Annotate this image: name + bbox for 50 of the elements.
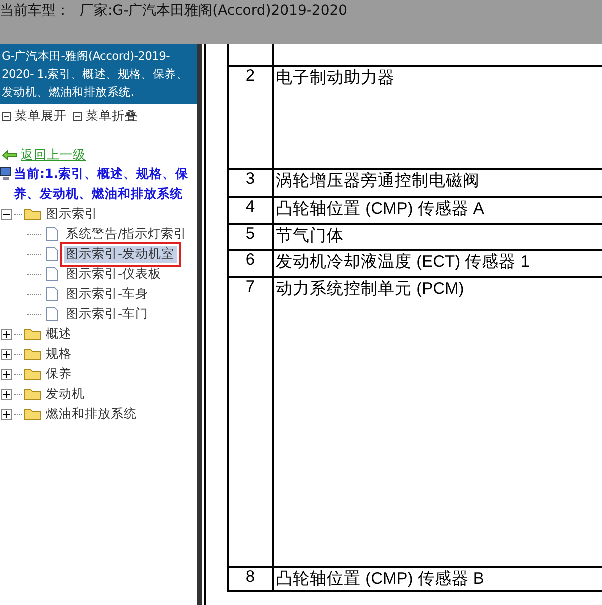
folder-icon	[24, 407, 42, 421]
folder-icon	[24, 347, 42, 361]
part-name: 涡轮增压器旁通控制电磁阀	[273, 169, 602, 197]
tree-page[interactable]: 图示索引-车门	[64, 306, 151, 322]
menu-action-link[interactable]: 菜单折叠	[86, 108, 138, 125]
document-icon	[46, 266, 59, 282]
tree-folder[interactable]: 规格	[44, 346, 74, 362]
expand-icon[interactable]	[1, 368, 12, 380]
item-number: 3	[228, 169, 273, 197]
item-number: 5	[228, 224, 273, 250]
expand-icon[interactable]	[1, 388, 12, 400]
tree-folder[interactable]: 保养	[44, 366, 74, 382]
manual-title: G-广汽本田-雅阁(Accord)-2019-2020- 1.索引、概述、规格、保养、发动机、燃油和排放系统.	[0, 44, 197, 104]
tree-page[interactable]: 图示索引-发动机室	[64, 246, 177, 262]
collapse-box-icon	[73, 112, 82, 121]
vehicle-name: 厂家:G-广汽本田雅阁(Accord)2019-2020	[80, 2, 348, 20]
part-name: 发动机冷却液温度 (ECT) 传感器 1	[273, 250, 602, 277]
item-number: 4	[228, 197, 273, 224]
current-section: 当前:1.索引、概述、规格、保养、发动机、燃油和排放系统	[14, 164, 197, 204]
document-icon	[46, 306, 59, 322]
tree-folder[interactable]: 燃油和排放系统	[44, 406, 139, 422]
document-icon	[46, 226, 59, 242]
document-icon	[46, 286, 59, 302]
computer-icon	[0, 167, 12, 181]
back-link[interactable]: 返回上一级	[21, 147, 86, 164]
tree-folder[interactable]: 图示索引	[44, 206, 100, 222]
tree-folder[interactable]: 发动机	[44, 386, 87, 402]
expand-icon[interactable]	[1, 328, 12, 340]
expand-icon[interactable]	[1, 408, 12, 420]
part-name: 动力系统控制单元 (PCM)	[273, 277, 602, 567]
tree-folder[interactable]: 概述	[44, 326, 74, 342]
expand-icon[interactable]	[1, 348, 12, 360]
item-number: 2	[228, 66, 273, 169]
folder-icon	[24, 207, 42, 221]
collapse-box-icon	[2, 112, 11, 121]
folder-icon	[24, 387, 42, 401]
part-name: 节气门体	[273, 224, 602, 250]
tree-page[interactable]: 图示索引-车身	[64, 286, 151, 302]
document-icon	[46, 246, 59, 262]
item-number: 7	[228, 277, 273, 567]
menu-action-link[interactable]: 菜单展开	[15, 108, 67, 125]
item-number: 8	[228, 567, 273, 591]
vehicle-label: 当前车型：	[0, 2, 70, 20]
folder-icon	[24, 327, 42, 341]
tree-page[interactable]: 系统警告/指示灯索引	[64, 226, 190, 242]
tree-page[interactable]: 图示索引-仪表板	[64, 266, 164, 282]
left-arrow-icon	[2, 150, 18, 161]
collapse-icon[interactable]	[1, 208, 12, 220]
item-number: 6	[228, 250, 273, 277]
folder-icon	[24, 367, 42, 381]
